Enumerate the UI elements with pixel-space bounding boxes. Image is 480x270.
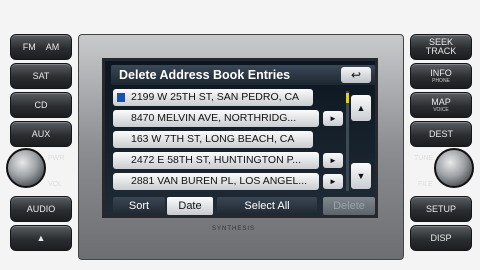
eject-icon: ▲ <box>36 233 46 243</box>
voice-label: VOICE <box>433 106 449 113</box>
select-all-label: Select All <box>244 200 290 212</box>
address-text: 8470 MELVIN AVE, NORTHRIDG... <box>131 112 297 124</box>
scroll-thumb[interactable] <box>346 93 349 103</box>
list-item: 2199 W 25TH ST, SAN PEDRO, CA <box>113 89 343 106</box>
info-phone-button[interactable]: INFO PHONE <box>410 63 472 89</box>
list-item: 2472 E 58TH ST, HUNTINGTON P... ► <box>113 152 343 169</box>
pwr-label: PWR <box>48 155 65 162</box>
sort-label-button[interactable]: Sort <box>113 197 165 215</box>
am-label: AM <box>45 42 60 52</box>
seek-track-button[interactable]: SEEK TRACK <box>410 34 472 60</box>
list-item: 163 W 7TH ST, LONG BEACH, CA <box>113 131 343 148</box>
tune-file-knob[interactable] <box>434 148 474 188</box>
right-arrow-icon: ► <box>329 177 337 186</box>
aux-button[interactable]: AUX <box>10 121 72 147</box>
map-voice-button[interactable]: MAP VOICE <box>410 92 472 118</box>
file-label: FILE <box>418 181 433 188</box>
scroll-down-button[interactable]: ▼ <box>351 163 371 189</box>
scroll-track[interactable] <box>346 91 349 191</box>
address-entry-5[interactable]: 2881 VAN BUREN PL, LOS ANGEL... <box>113 173 319 190</box>
right-control-panel: SEEK TRACK INFO PHONE MAP VOICE DEST SET… <box>404 30 480 262</box>
address-entry-1[interactable]: 2199 W 25TH ST, SAN PEDRO, CA <box>113 89 313 106</box>
power-volume-knob[interactable] <box>6 148 46 188</box>
info-label: INFO <box>430 67 452 78</box>
scroll-up-icon: ▲ <box>356 103 366 113</box>
map-stack: MAP VOICE <box>431 96 451 113</box>
setup-button[interactable]: SETUP <box>410 196 472 222</box>
audio-button[interactable]: AUDIO <box>10 196 72 222</box>
aux-label: AUX <box>31 129 51 139</box>
fm-am-button[interactable]: FM AM <box>10 34 72 60</box>
left-control-panel: FM AM SAT CD AUX AUDIO ▲ <box>0 30 78 262</box>
list-item: 2881 VAN BUREN PL, LOS ANGEL... ► <box>113 173 343 190</box>
disp-button[interactable]: DISP <box>410 225 472 251</box>
date-label: Date <box>178 200 202 212</box>
address-entry-4[interactable]: 2472 E 58TH ST, HUNTINGTON P... <box>113 152 319 169</box>
seek-track-label: SEEK TRACK <box>426 38 457 56</box>
sat-button[interactable]: SAT <box>10 63 72 89</box>
address-text: 2881 VAN BUREN PL, LOS ANGEL... <box>131 175 308 187</box>
scrollbar: ▲ ▼ <box>345 89 375 195</box>
page-title: Delete Address Book Entries <box>111 65 375 85</box>
expand-arrow-button[interactable]: ► <box>323 153 343 168</box>
map-label: MAP <box>431 96 451 107</box>
expand-arrow-button[interactable]: ► <box>323 111 343 126</box>
brand-logo: SYNTHESIS <box>212 226 256 232</box>
right-arrow-icon: ► <box>329 156 337 165</box>
scroll-up-button[interactable]: ▲ <box>351 95 371 121</box>
flag-icon <box>117 93 125 102</box>
delete-label: Delete <box>333 200 365 212</box>
bottom-toolbar: Sort Date Select All Delete <box>113 197 377 215</box>
address-text: 2199 W 25TH ST, SAN PEDRO, CA <box>131 91 300 103</box>
audio-label: AUDIO <box>26 204 56 214</box>
cd-label: CD <box>34 100 48 110</box>
back-button[interactable]: ↩ <box>341 67 371 83</box>
info-stack: INFO PHONE <box>430 67 452 84</box>
dest-button[interactable]: DEST <box>410 121 472 147</box>
disp-label: DISP <box>430 233 452 243</box>
select-all-button[interactable]: Select All <box>217 197 317 215</box>
address-text: 163 W 7TH ST, LONG BEACH, CA <box>131 133 295 145</box>
sat-label: SAT <box>32 71 50 81</box>
expand-arrow-button[interactable]: ► <box>323 174 343 189</box>
address-text: 2472 E 58TH ST, HUNTINGTON P... <box>131 154 301 166</box>
track-label: TRACK <box>425 46 457 56</box>
dest-label: DEST <box>428 129 453 139</box>
phone-label: PHONE <box>432 77 450 84</box>
sort-date-button[interactable]: Date <box>167 197 213 215</box>
setup-label: SETUP <box>425 204 456 214</box>
touchscreen: Delete Address Book Entries ↩ 2199 W 25T… <box>102 58 378 218</box>
back-icon: ↩ <box>350 68 362 82</box>
delete-button[interactable]: Delete <box>323 197 375 215</box>
right-arrow-icon: ► <box>329 114 337 123</box>
address-entry-3[interactable]: 163 W 7TH ST, LONG BEACH, CA <box>113 131 313 148</box>
cd-button[interactable]: CD <box>10 92 72 118</box>
fm-label: FM <box>22 42 36 52</box>
scroll-down-icon: ▼ <box>356 171 366 181</box>
tune-label: TUNE <box>414 155 434 162</box>
vol-label: VOL <box>48 181 63 188</box>
eject-button[interactable]: ▲ <box>10 225 72 251</box>
list-item: 8470 MELVIN AVE, NORTHRIDG... ► <box>113 110 343 127</box>
sort-label: Sort <box>128 200 150 212</box>
address-entry-2[interactable]: 8470 MELVIN AVE, NORTHRIDG... <box>113 110 319 127</box>
